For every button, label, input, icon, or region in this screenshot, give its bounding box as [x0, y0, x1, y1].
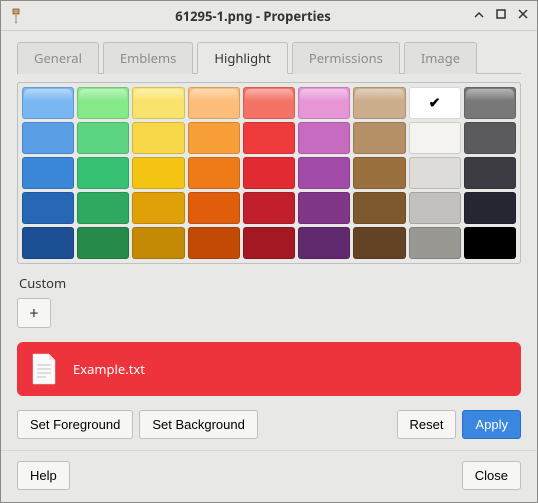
color-swatch[interactable] — [409, 192, 461, 224]
color-swatch[interactable] — [132, 122, 184, 154]
set-background-button[interactable]: Set Background — [139, 410, 258, 439]
color-swatch[interactable] — [77, 87, 129, 119]
color-swatch[interactable] — [132, 227, 184, 259]
color-swatch[interactable]: ✔ — [409, 87, 461, 119]
reset-button[interactable]: Reset — [397, 410, 457, 439]
preview-filename: Example.txt — [73, 360, 145, 378]
color-swatch[interactable] — [22, 157, 74, 189]
color-swatch[interactable] — [353, 157, 405, 189]
color-swatch[interactable] — [77, 192, 129, 224]
color-swatch[interactable] — [409, 157, 461, 189]
properties-window: 61295-1.png - Properties GeneralEmblemsH… — [0, 0, 538, 503]
add-custom-button[interactable]: + — [17, 298, 51, 328]
titlebar: 61295-1.png - Properties — [1, 1, 537, 31]
color-swatch[interactable] — [298, 192, 350, 224]
tab-permissions[interactable]: Permissions — [292, 42, 400, 74]
file-icon — [31, 353, 57, 385]
content-area: GeneralEmblemsHighlightPermissionsImage … — [1, 31, 537, 450]
preview-panel: Example.txt — [17, 342, 521, 396]
color-swatch[interactable] — [353, 87, 405, 119]
tab-body: ✔ Custom + Example.txt Set For — [17, 74, 521, 442]
color-swatch[interactable] — [22, 227, 74, 259]
color-swatch[interactable] — [188, 87, 240, 119]
tab-image[interactable]: Image — [404, 42, 477, 74]
color-swatch[interactable] — [464, 192, 516, 224]
tab-general[interactable]: General — [17, 42, 99, 74]
help-button[interactable]: Help — [17, 461, 70, 490]
set-foreground-button[interactable]: Set Foreground — [17, 410, 133, 439]
color-swatch[interactable] — [298, 227, 350, 259]
color-swatch[interactable] — [188, 192, 240, 224]
color-swatch[interactable] — [132, 157, 184, 189]
tab-emblems[interactable]: Emblems — [103, 42, 193, 74]
color-swatch[interactable] — [464, 122, 516, 154]
custom-label: Custom — [19, 274, 521, 292]
color-swatch[interactable] — [22, 122, 74, 154]
close-button[interactable]: Close — [462, 461, 521, 490]
maximize-icon[interactable] — [495, 8, 507, 23]
color-swatch[interactable] — [22, 192, 74, 224]
color-swatch[interactable] — [243, 157, 295, 189]
color-swatch[interactable] — [464, 227, 516, 259]
color-grid: ✔ — [17, 82, 521, 264]
check-icon: ✔ — [429, 94, 441, 113]
color-swatch[interactable] — [243, 122, 295, 154]
app-icon — [9, 8, 25, 24]
action-buttons: Set Foreground Set Background Reset Appl… — [17, 410, 521, 439]
color-swatch[interactable] — [243, 192, 295, 224]
close-icon[interactable] — [517, 8, 529, 23]
color-swatch[interactable] — [77, 122, 129, 154]
color-swatch[interactable] — [353, 227, 405, 259]
color-swatch[interactable] — [298, 157, 350, 189]
color-swatch[interactable] — [409, 122, 461, 154]
color-swatch[interactable] — [409, 227, 461, 259]
color-swatch[interactable] — [132, 192, 184, 224]
tab-bar: GeneralEmblemsHighlightPermissionsImage — [17, 31, 521, 74]
window-controls — [473, 8, 529, 23]
color-swatch[interactable] — [353, 192, 405, 224]
color-swatch[interactable] — [188, 157, 240, 189]
color-swatch[interactable] — [188, 227, 240, 259]
tab-highlight[interactable]: Highlight — [197, 42, 287, 74]
color-swatch[interactable] — [464, 157, 516, 189]
color-swatch[interactable] — [243, 227, 295, 259]
color-swatch[interactable] — [77, 227, 129, 259]
color-swatch[interactable] — [188, 122, 240, 154]
color-swatch[interactable] — [464, 87, 516, 119]
color-swatch[interactable] — [22, 87, 74, 119]
footer: Help Close — [1, 450, 537, 502]
color-swatch[interactable] — [243, 87, 295, 119]
color-swatch[interactable] — [353, 122, 405, 154]
color-swatch[interactable] — [77, 157, 129, 189]
color-swatch[interactable] — [298, 122, 350, 154]
color-swatch[interactable] — [132, 87, 184, 119]
minimize-icon[interactable] — [473, 8, 485, 23]
apply-button[interactable]: Apply — [462, 410, 521, 439]
window-title: 61295-1.png - Properties — [33, 7, 473, 25]
color-swatch[interactable] — [298, 87, 350, 119]
